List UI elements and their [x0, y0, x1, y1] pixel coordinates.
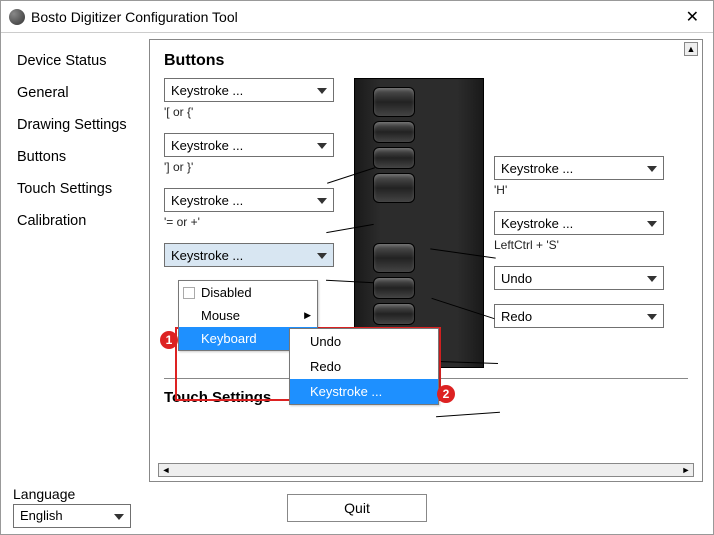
quit-button[interactable]: Quit	[287, 494, 427, 522]
button-5-combo[interactable]: Keystroke ...	[494, 156, 664, 180]
button-6-caption: LeftCtrl + 'S'	[494, 238, 674, 252]
app-window: Bosto Digitizer Configuration Tool ✕ Dev…	[0, 0, 714, 535]
phys-btn-3	[373, 147, 415, 169]
button-5-caption: 'H'	[494, 183, 674, 197]
dropdown-item-mouse[interactable]: Mouse	[179, 304, 317, 327]
dropdown-item-disabled[interactable]: Disabled	[179, 281, 317, 304]
button-3-caption: '= or +'	[164, 215, 344, 229]
sidebar: Device Status General Drawing Settings B…	[1, 33, 149, 482]
combo-label: Keystroke ...	[171, 138, 243, 153]
combo-label: Keystroke ...	[501, 216, 573, 231]
phys-btn-5	[373, 243, 415, 273]
footer: Language English Quit	[1, 482, 713, 534]
button-7-combo[interactable]: Undo	[494, 266, 664, 290]
language-label: Language	[13, 486, 131, 502]
sidebar-item-general[interactable]: General	[1, 77, 149, 109]
submenu-item-redo[interactable]: Redo	[290, 354, 438, 379]
combo-label: Redo	[501, 309, 532, 324]
sidebar-item-device-status[interactable]: Device Status	[1, 45, 149, 77]
button-2-caption: '] or }'	[164, 160, 344, 174]
button-2-combo[interactable]: Keystroke ...	[164, 133, 334, 157]
scroll-up-button[interactable]: ▲	[684, 42, 698, 56]
button-4-combo[interactable]: Keystroke ...	[164, 243, 334, 267]
phys-btn-4	[373, 173, 415, 203]
submenu-item-undo[interactable]: Undo	[290, 329, 438, 354]
scroll-left-icon[interactable]: ◄	[159, 464, 173, 476]
annotation-badge-1: 1	[160, 331, 178, 349]
phys-btn-6	[373, 277, 415, 299]
close-icon[interactable]: ✕	[680, 7, 705, 27]
phys-btn-2	[373, 121, 415, 143]
button-8-combo[interactable]: Redo	[494, 304, 664, 328]
sidebar-item-buttons[interactable]: Buttons	[1, 141, 149, 173]
combo-label: English	[20, 508, 63, 523]
phys-btn-1	[373, 87, 415, 117]
scroll-right-icon[interactable]: ►	[679, 464, 693, 476]
button-1-combo[interactable]: Keystroke ...	[164, 78, 334, 102]
sidebar-item-touch-settings[interactable]: Touch Settings	[1, 173, 149, 205]
horizontal-scrollbar[interactable]: ◄►	[158, 463, 694, 477]
button-6-combo[interactable]: Keystroke ...	[494, 211, 664, 235]
app-icon	[9, 9, 25, 25]
content-panel: ▲ Buttons Keystroke ... '[ or {' Keystro…	[149, 39, 703, 482]
phys-btn-7	[373, 303, 415, 325]
combo-label: Keystroke ...	[171, 193, 243, 208]
language-combo[interactable]: English	[13, 504, 131, 528]
sidebar-item-calibration[interactable]: Calibration	[1, 205, 149, 237]
combo-label: Keystroke ...	[171, 83, 243, 98]
titlebar: Bosto Digitizer Configuration Tool ✕	[1, 1, 713, 33]
sidebar-item-drawing-settings[interactable]: Drawing Settings	[1, 109, 149, 141]
window-title: Bosto Digitizer Configuration Tool	[31, 9, 680, 25]
keyboard-submenu: Undo Redo Keystroke ...	[289, 328, 439, 405]
combo-label: Keystroke ...	[501, 161, 573, 176]
annotation-badge-2: 2	[437, 385, 455, 403]
button-3-combo[interactable]: Keystroke ...	[164, 188, 334, 212]
section-buttons-title: Buttons	[150, 40, 702, 78]
submenu-item-keystroke[interactable]: Keystroke ...	[290, 379, 438, 404]
combo-label: Keystroke ...	[171, 248, 243, 263]
button-1-caption: '[ or {'	[164, 105, 344, 119]
combo-label: Undo	[501, 271, 532, 286]
